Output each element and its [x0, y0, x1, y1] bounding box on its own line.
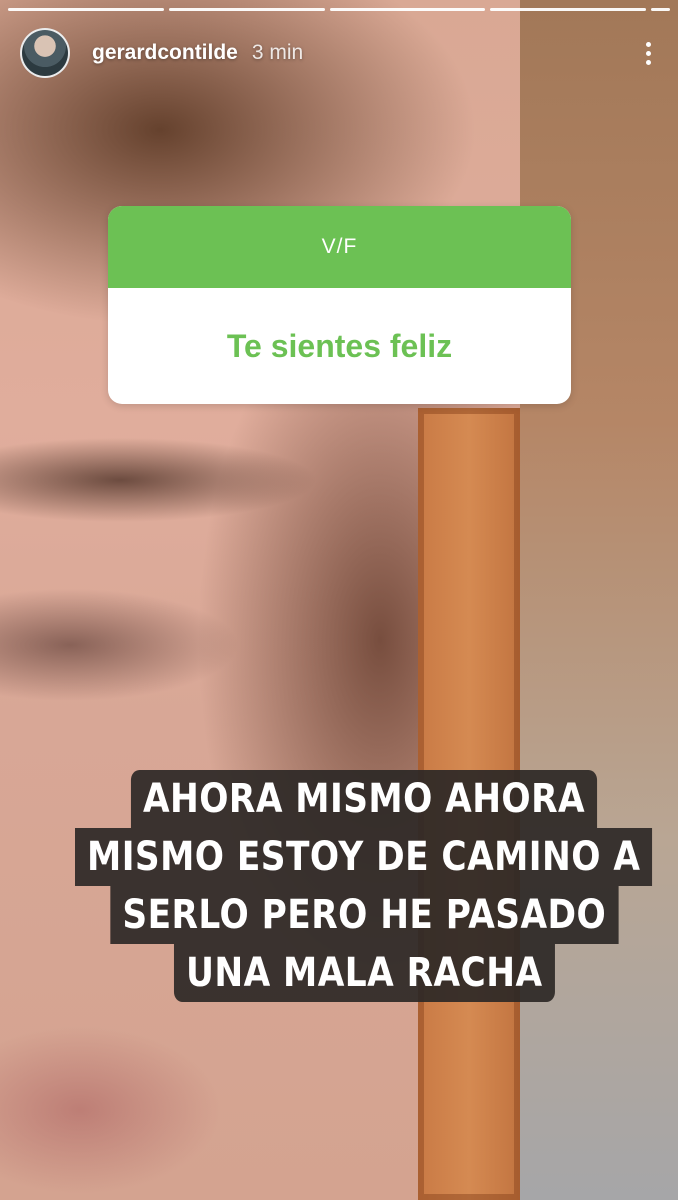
- post-time: 3 min: [251, 41, 304, 64]
- progress-segment: [8, 8, 164, 11]
- quiz-header: V/F: [108, 206, 571, 288]
- story-header: gerardcontilde 3 min: [20, 26, 658, 80]
- progress-segment: [490, 8, 647, 11]
- progress-segment: [329, 8, 486, 11]
- caption-line: AHORA MISMO AHORA: [130, 770, 598, 828]
- caption-line: MISMO ESTOY DE CAMINO A: [75, 828, 653, 886]
- more-vertical-icon[interactable]: [638, 33, 658, 73]
- progress-segment-current: [651, 8, 671, 11]
- story-caption: AHORA MISMO AHORA MISMO ESTOY DE CAMINO …: [60, 770, 668, 1002]
- caption-line: UNA MALA RACHA: [173, 944, 555, 1002]
- username[interactable]: gerardcontilde: [92, 41, 238, 65]
- quiz-question: Te sientes feliz: [226, 327, 453, 364]
- progress-segment: [168, 8, 325, 11]
- background-wall: [520, 0, 678, 1200]
- caption-line: SERLO PERO HE PASADO: [110, 886, 618, 944]
- story-progress-bar: [8, 8, 671, 11]
- quiz-sticker[interactable]: V/F Te sientes feliz: [108, 206, 571, 404]
- story-photo: [0, 0, 678, 1200]
- avatar[interactable]: [20, 28, 70, 78]
